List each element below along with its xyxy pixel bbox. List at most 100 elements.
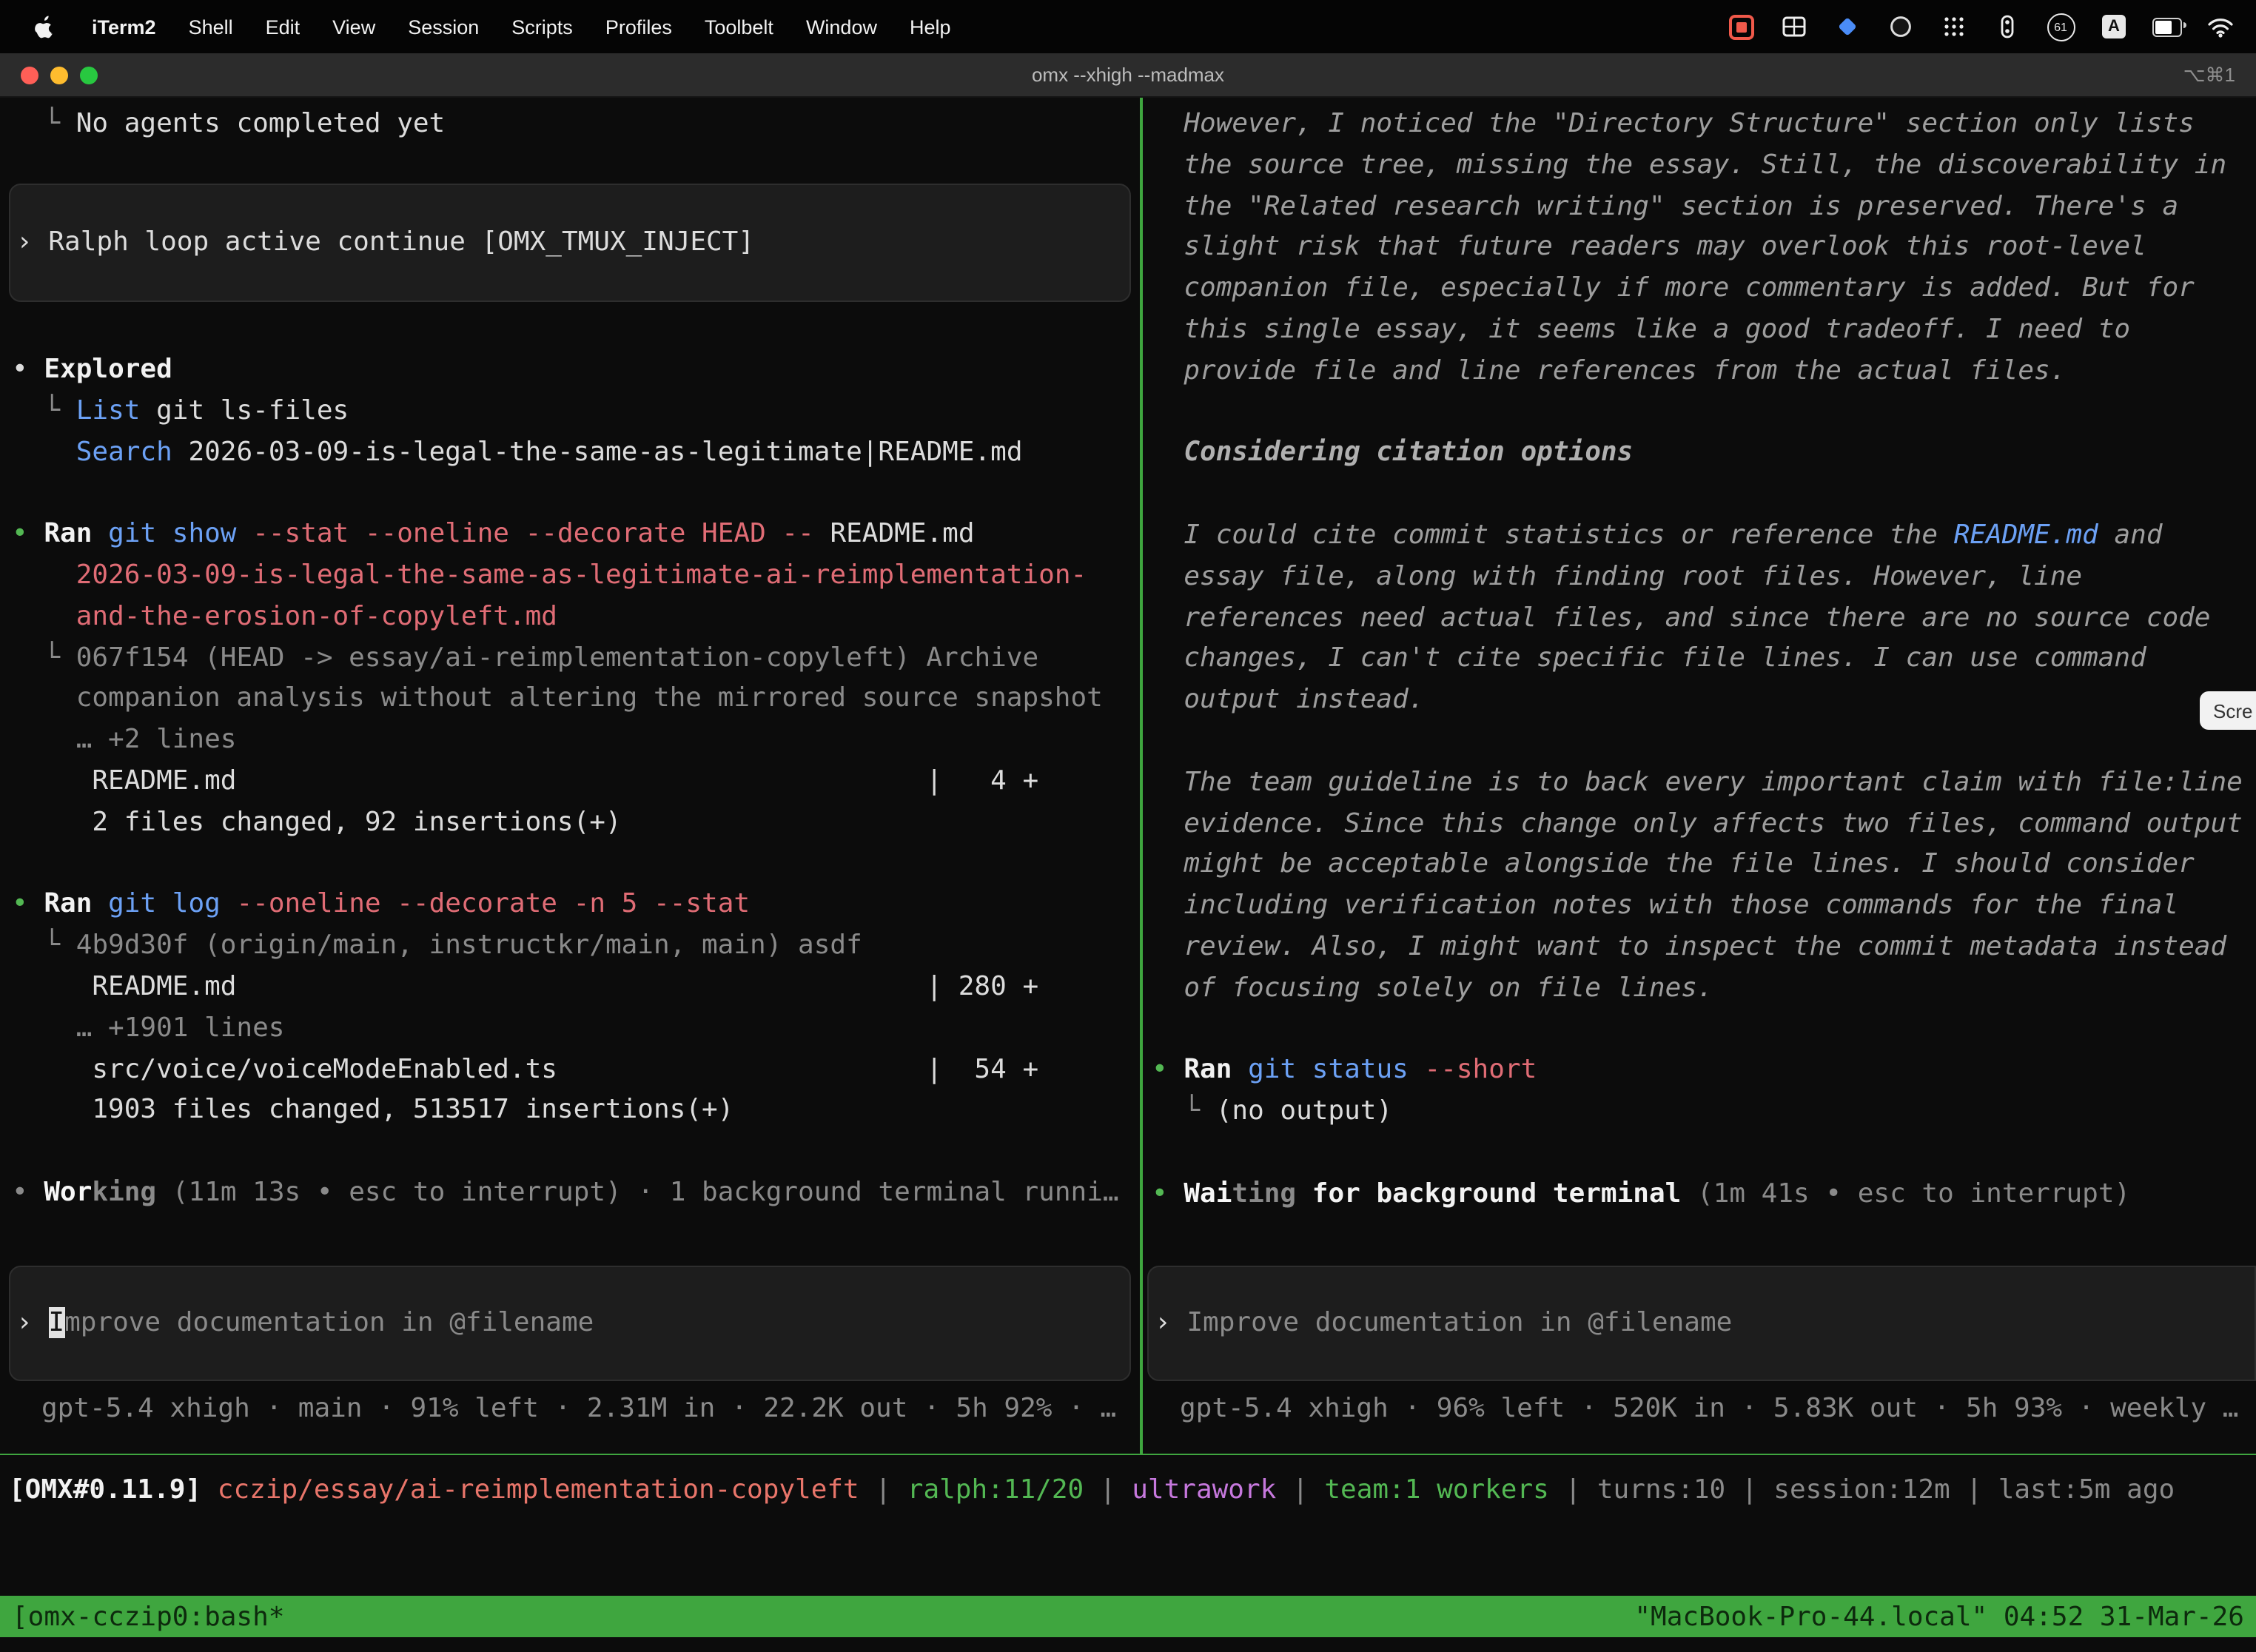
prompt-input-line: › Improve documentation in @filename bbox=[16, 1303, 594, 1344]
text-segment: last:5m ago bbox=[1998, 1474, 2175, 1505]
capsule-app-icon[interactable] bbox=[1993, 12, 2022, 41]
terminal-line: companion file, especially if more comme… bbox=[1152, 268, 2256, 309]
gauge-61-icon[interactable]: 61 bbox=[2046, 12, 2075, 41]
window-title-bar[interactable]: omx --xhigh --madmax ⌥⌘1 bbox=[0, 53, 2256, 98]
terminal-line: output instead. bbox=[1152, 679, 2256, 721]
text-segment: Ran bbox=[44, 518, 92, 549]
left-pane[interactable]: └ No agents completed yet › Ralph loop a… bbox=[0, 98, 1140, 1454]
text-segment bbox=[12, 560, 76, 591]
text-segment: └ bbox=[12, 395, 76, 426]
text-segment: --stat --oneline --decorate HEAD -- bbox=[252, 518, 814, 549]
text-segment: [OMX#0.11.9] bbox=[9, 1474, 218, 1505]
text-segment: provide file and line references from th… bbox=[1152, 355, 2066, 386]
screen: iTerm2 Shell Edit View Session Scripts Profile… bbox=[0, 0, 2256, 1652]
text-segment: • bbox=[12, 889, 44, 920]
text-segment: and bbox=[2098, 520, 2163, 551]
window-shortcut-badge: ⌥⌘1 bbox=[2183, 53, 2235, 96]
blue-app-icon[interactable] bbox=[1833, 12, 1862, 41]
text-segment: … +2 lines bbox=[12, 724, 236, 755]
text-segment bbox=[1409, 1055, 1425, 1086]
terminal-line: • Working (11m 13s • esc to interrupt) ·… bbox=[12, 1172, 1140, 1214]
menu-item-scripts[interactable]: Scripts bbox=[511, 16, 573, 38]
menu-item-iterm2[interactable]: iTerm2 bbox=[92, 16, 156, 38]
terminal-line: └ (no output) bbox=[1152, 1091, 2256, 1132]
text-segment: The team guideline is to back every impo… bbox=[1152, 767, 2243, 798]
text-segment: review. Also, I might want to inspect th… bbox=[1152, 931, 2226, 962]
terminal-line: • Ran git show --stat --oneline --decora… bbox=[12, 514, 1140, 555]
text-segment: However, I noticed the "Directory Struct… bbox=[1152, 108, 2195, 139]
terminal-line: Considering citation options bbox=[1152, 433, 2256, 474]
text-segment: › bbox=[16, 1307, 48, 1338]
text-segment bbox=[1232, 1055, 1248, 1086]
text-segment: (no output) bbox=[1216, 1095, 1392, 1126]
menu-item-window[interactable]: Window bbox=[806, 16, 877, 38]
terminal-line: └ No agents completed yet bbox=[0, 104, 1140, 145]
text-segment: output instead. bbox=[1152, 684, 1424, 715]
menu-item-view[interactable]: View bbox=[332, 16, 375, 38]
terminal-line: › Ralph loop active continue [OMX_TMUX_I… bbox=[16, 222, 754, 263]
text-segment: Explored bbox=[44, 354, 172, 385]
text-segment: | bbox=[859, 1474, 907, 1505]
screen-recording-icon[interactable] bbox=[1726, 12, 1756, 41]
input-source-icon[interactable]: A bbox=[2099, 12, 2129, 41]
terminal-line: • Ran git status --short bbox=[1152, 1050, 2256, 1092]
right-pane-transcript: However, I noticed the "Directory Struct… bbox=[1143, 104, 2256, 1215]
left-session-status: gpt-5.4 xhigh · main · 91% left · 2.31M … bbox=[0, 1389, 1140, 1430]
text-segment: | bbox=[1950, 1474, 1998, 1505]
dots-grid-icon[interactable] bbox=[1939, 12, 1969, 41]
text-segment bbox=[12, 436, 76, 467]
terminal-line: I could cite commit statistics or refere… bbox=[1152, 515, 2256, 557]
dark-app-icon[interactable] bbox=[1886, 12, 1916, 41]
text-segment: └ bbox=[12, 642, 76, 673]
text-segment: of focusing solely on file lines. bbox=[1152, 972, 1713, 1003]
menu-item-help[interactable]: Help bbox=[910, 16, 951, 38]
gauge-value: 61 bbox=[2047, 13, 2075, 41]
text-segment: | bbox=[1549, 1474, 1597, 1505]
text-segment: No agents completed yet bbox=[76, 108, 446, 139]
text-segment: cczip/essay/ai-reimplementation-copyleft bbox=[218, 1474, 859, 1505]
text-segment: git status bbox=[1248, 1055, 1409, 1086]
menu-item-edit[interactable]: Edit bbox=[266, 16, 301, 38]
text-segment: might be acceptable alongside the file l… bbox=[1152, 849, 2195, 880]
menu-item-profiles[interactable]: Profiles bbox=[605, 16, 672, 38]
terminal-line: However, I noticed the "Directory Struct… bbox=[1152, 104, 2256, 145]
text-segment bbox=[237, 518, 253, 549]
text-segment: … +1901 lines bbox=[12, 1013, 284, 1044]
text-segment: essay file, along with finding root file… bbox=[1152, 561, 2082, 592]
tmux-host-clock: "MacBook-Pro-44.local" 04:52 31-Mar-26 bbox=[1634, 1601, 2244, 1632]
text-segment: • bbox=[12, 354, 44, 385]
right-pane[interactable]: However, I noticed the "Directory Struct… bbox=[1143, 98, 2256, 1454]
terminal-line: └ 4b9d30f (origin/main, instructkr/main,… bbox=[12, 925, 1140, 967]
terminal-line: slight risk that future readers may over… bbox=[1152, 227, 2256, 269]
text-segment: (11m 13s • esc to interrupt) · 1 backgro… bbox=[156, 1177, 1118, 1208]
screen-overlay-button[interactable]: Scre bbox=[2200, 691, 2256, 730]
menu-item-toolbelt[interactable]: Toolbelt bbox=[705, 16, 773, 38]
terminal-line: provide file and line references from th… bbox=[1152, 351, 2256, 392]
terminal-line bbox=[1152, 1009, 2256, 1050]
menu-item-session[interactable]: Session bbox=[408, 16, 479, 38]
text-segment bbox=[92, 518, 108, 549]
terminal-line: The team guideline is to back every impo… bbox=[1152, 762, 2256, 804]
text-segment: Ran bbox=[44, 889, 92, 920]
window-grid-icon[interactable] bbox=[1779, 12, 1809, 41]
text-segment bbox=[92, 889, 108, 920]
text-segment: 2026-03-09-is-legal-the-same-as-legitima… bbox=[172, 436, 1023, 467]
battery-icon[interactable] bbox=[2152, 12, 2182, 41]
text-segment: including verification notes with those … bbox=[1152, 890, 2178, 921]
wifi-icon[interactable] bbox=[2206, 12, 2235, 41]
terminal-line bbox=[1152, 721, 2256, 762]
menu-item-shell[interactable]: Shell bbox=[189, 16, 233, 38]
text-segment: • bbox=[1152, 1055, 1184, 1086]
text-segment bbox=[221, 889, 237, 920]
text-segment: | bbox=[1276, 1474, 1324, 1505]
right-prompt-input[interactable]: › Improve documentation in @filename bbox=[1147, 1266, 2256, 1381]
text-segment: Wai bbox=[1184, 1178, 1232, 1209]
terminal-window: └ No agents completed yet › Ralph loop a… bbox=[0, 98, 2256, 1652]
text-segment: 2026-03-09-is-legal-the-same-as-legitima… bbox=[76, 560, 1087, 591]
menu-items: iTerm2 Shell Edit View Session Scripts Profile… bbox=[92, 16, 951, 38]
apple-menu-icon[interactable] bbox=[30, 12, 59, 41]
left-prompt-input[interactable]: › Improve documentation in @filename bbox=[9, 1266, 1131, 1381]
terminal-line: • Explored bbox=[12, 349, 1140, 391]
text-segment: companion analysis without altering the … bbox=[12, 683, 1103, 714]
text-segment: gpt-5.4 xhigh · main · 91% left · 2.31M … bbox=[41, 1393, 1116, 1424]
